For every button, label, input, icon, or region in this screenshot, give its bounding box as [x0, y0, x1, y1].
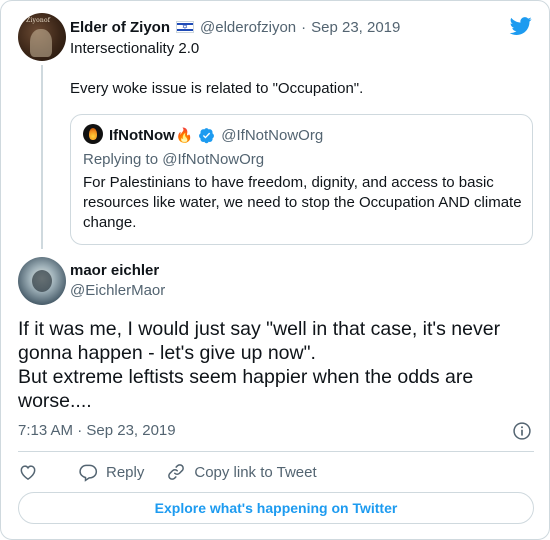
israel-flag-icon: ✡ — [176, 21, 195, 33]
quoted-tweet-text: For Palestinians to have freedom, dignit… — [83, 174, 522, 231]
separator-dot: · — [301, 18, 307, 36]
main-tweet-text-line-1: If it was me, I would just say "well in … — [18, 318, 501, 364]
parent-author-name[interactable]: Elder of Ziyon — [70, 19, 170, 36]
info-icon[interactable] — [512, 421, 532, 441]
quoted-avatar — [83, 124, 103, 144]
quoted-tweet[interactable]: IfNotNow 🔥 @IfNotNowOrg Replying to @IfN… — [70, 114, 533, 245]
embedded-tweet-card: Ziyonof Elder of Ziyon ✡ @elderofziyon ·… — [0, 0, 550, 540]
parent-tweet-header: Elder of Ziyon ✡ @elderofziyon · Sep 23,… — [70, 17, 400, 37]
copy-link-button[interactable]: Copy link to Tweet — [166, 462, 317, 482]
main-tweet-text-line-2: But extreme leftists seem happier when t… — [18, 366, 474, 412]
quoted-tweet-header: IfNotNow 🔥 @IfNotNowOrg — [109, 125, 323, 145]
reply-label: Reply — [106, 463, 145, 481]
twitter-bird-icon[interactable] — [509, 15, 533, 37]
quoted-author-handle: @IfNotNowOrg — [221, 126, 324, 144]
avatar-caption: Ziyonof — [26, 17, 51, 24]
tweet-actions: Reply Copy link to Tweet — [18, 461, 339, 483]
avatar-figure — [30, 29, 52, 57]
parent-avatar[interactable]: Ziyonof — [18, 13, 66, 61]
main-avatar[interactable] — [18, 257, 66, 305]
quoted-author-name: IfNotNow — [109, 126, 175, 144]
tweet-timestamp[interactable]: 7:13 AM · Sep 23, 2019 — [18, 421, 176, 441]
main-author-handle[interactable]: @EichlerMaor — [70, 281, 165, 301]
reply-button[interactable]: Reply — [78, 462, 144, 482]
heart-icon — [20, 465, 36, 480]
link-icon — [168, 464, 185, 480]
thread-connector-line — [41, 65, 43, 249]
verified-badge-icon — [199, 127, 215, 143]
divider — [18, 451, 534, 452]
parent-tweet-date[interactable]: Sep 23, 2019 — [311, 19, 400, 36]
avatar-face — [32, 270, 52, 292]
parent-tweet-text: Intersectionality 2.0 Every woke issue i… — [70, 40, 364, 97]
like-button[interactable] — [18, 462, 56, 482]
parent-author-handle[interactable]: @elderofziyon — [200, 19, 296, 36]
main-tweet-text: If it was me, I would just say "well in … — [18, 317, 538, 413]
copy-link-label: Copy link to Tweet — [194, 463, 317, 481]
flame-logo-icon — [89, 128, 97, 140]
replying-to-text: Replying to @IfNotNowOrg — [83, 151, 265, 168]
reply-icon — [79, 464, 98, 482]
main-author-name[interactable]: maor eichler — [70, 261, 159, 281]
explore-twitter-button[interactable]: Explore what's happening on Twitter — [18, 492, 534, 524]
fire-emoji-icon: 🔥 — [175, 126, 194, 143]
